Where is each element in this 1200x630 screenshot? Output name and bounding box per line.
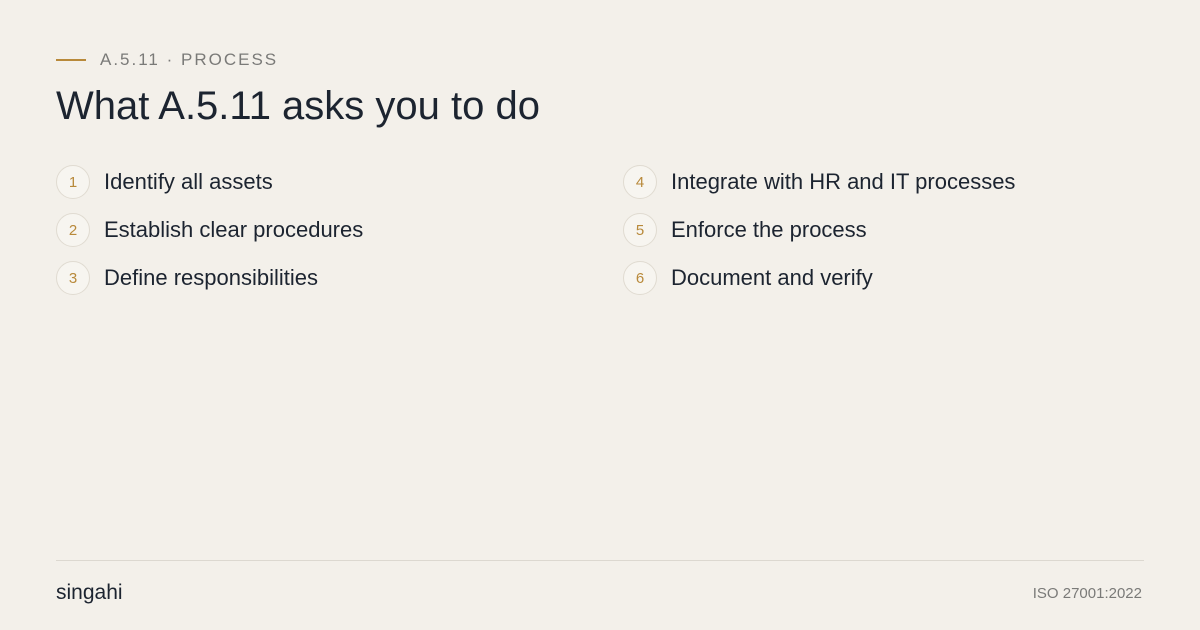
step-item: 5 Enforce the process	[623, 213, 867, 247]
eyebrow-accent-rule	[56, 59, 86, 61]
step-label: Enforce the process	[671, 217, 867, 242]
step-item: 6 Document and verify	[623, 261, 873, 295]
step-number-badge: 1	[56, 165, 90, 199]
standard-reference: ISO 27001:2022	[1032, 585, 1142, 602]
step-label: Identify all assets	[104, 169, 273, 194]
step-item: 4 Integrate with HR and IT processes	[623, 165, 1015, 199]
step-item: 3 Define responsibilities	[56, 261, 318, 295]
step-number-badge: 3	[56, 261, 90, 295]
brand-wordmark: singahi	[56, 581, 123, 604]
step-label: Document and verify	[671, 265, 873, 290]
page-title: What A.5.11 asks you to do	[56, 84, 540, 128]
step-number-badge: 4	[623, 165, 657, 199]
step-label: Define responsibilities	[104, 265, 318, 290]
step-number-badge: 2	[56, 213, 90, 247]
footer-divider	[56, 560, 1144, 561]
step-label: Integrate with HR and IT processes	[671, 169, 1016, 194]
section-eyebrow: A.5.11 · PROCESS	[56, 50, 278, 70]
step-item: 1 Identify all assets	[56, 165, 273, 199]
eyebrow-label: A.5.11 · PROCESS	[100, 50, 279, 69]
steps-list: 1 Identify all assets 2 Establish clear …	[56, 165, 1144, 315]
step-number-badge: 5	[623, 213, 657, 247]
step-label: Establish clear procedures	[104, 217, 364, 242]
step-item: 2 Establish clear procedures	[56, 213, 363, 247]
step-number-badge: 6	[623, 261, 657, 295]
